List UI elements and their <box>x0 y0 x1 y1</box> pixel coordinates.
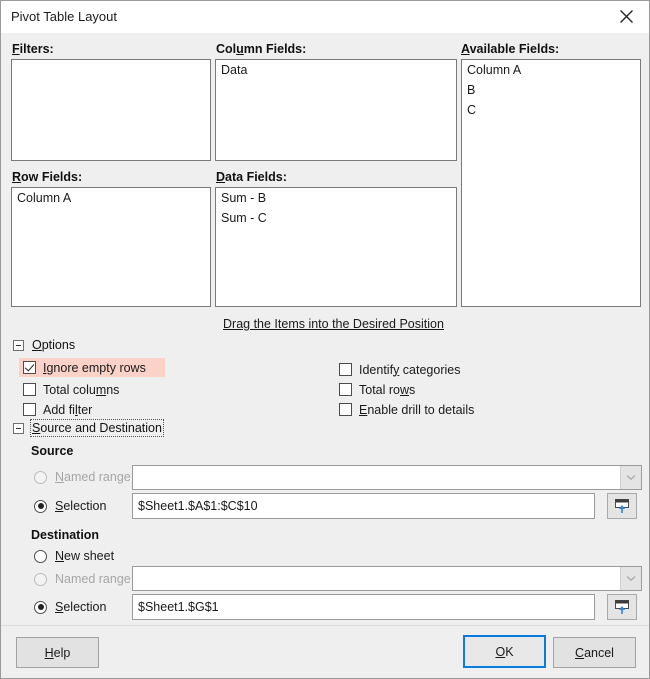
checkbox-box-icon <box>339 403 352 416</box>
filters-label: Filters: <box>12 42 54 56</box>
checkbox-box-icon <box>23 403 36 416</box>
checkbox-label: Total rows <box>359 382 416 397</box>
source-destination-section-label: Source and Destination <box>30 419 164 437</box>
destination-shrink-range-button[interactable] <box>607 594 637 620</box>
list-item[interactable]: Sum - C <box>216 208 456 228</box>
available-fields-label: Available Fields: <box>461 42 560 56</box>
destination-named-range-combo[interactable] <box>132 566 642 591</box>
radio-source-named-range[interactable]: Named range <box>34 468 131 486</box>
radio-dot-icon <box>34 470 47 484</box>
checkbox-box-icon <box>23 383 36 396</box>
checkbox-label: Add filter <box>43 402 93 417</box>
collapse-minus-icon <box>13 422 24 434</box>
close-icon[interactable] <box>604 1 649 32</box>
filters-listbox[interactable] <box>11 59 211 161</box>
data-fields-listbox[interactable]: Sum - B Sum - C <box>215 187 457 307</box>
column-fields-label: Column Fields: <box>216 42 307 56</box>
radio-label: Named range <box>55 572 131 586</box>
radio-dot-icon <box>34 499 47 513</box>
title-bar: Pivot Table Layout <box>1 1 649 33</box>
ok-button[interactable]: OK <box>463 635 546 668</box>
source-named-range-value <box>133 466 620 489</box>
chevron-down-icon[interactable] <box>620 567 641 590</box>
list-item[interactable]: Sum - B <box>216 188 456 208</box>
chevron-down-icon[interactable] <box>620 466 641 489</box>
checkbox-identify-categories[interactable]: Identify categories <box>335 360 466 379</box>
list-item[interactable]: Data <box>216 60 456 80</box>
checkbox-label: Total columns <box>43 382 120 397</box>
checkbox-add-filter[interactable]: Add filter <box>19 400 98 419</box>
source-destination-expander[interactable]: Source and Destination <box>13 419 164 437</box>
row-fields-label: Row Fields: <box>12 170 83 184</box>
row-fields-listbox[interactable]: Column A <box>11 187 211 307</box>
checkbox-enable-drill-to-details[interactable]: Enable drill to details <box>335 400 480 419</box>
available-fields-listbox[interactable]: Column ABC <box>461 59 641 307</box>
cancel-button[interactable]: Cancel <box>553 637 636 668</box>
radio-dot-icon <box>34 600 47 614</box>
pivot-table-layout-dialog: Pivot Table Layout Filters: Column Field… <box>0 0 650 679</box>
radio-destination-named-range[interactable]: Named range <box>34 570 131 588</box>
checkbox-total-rows[interactable]: Total rows <box>335 380 421 399</box>
list-item[interactable]: C <box>462 100 640 120</box>
checkbox-total-columns[interactable]: Total columns <box>19 380 125 399</box>
radio-label: Named range <box>55 470 131 484</box>
list-item[interactable]: Column A <box>12 188 210 208</box>
source-shrink-range-button[interactable] <box>607 493 637 519</box>
destination-heading: Destination <box>31 528 100 542</box>
shrink-range-icon <box>615 600 629 614</box>
shrink-range-icon <box>615 499 629 513</box>
source-heading: Source <box>31 444 74 458</box>
checkbox-label: Identify categories <box>359 362 461 377</box>
checkbox-ignore-empty-rows[interactable]: Ignore empty rows <box>19 358 165 377</box>
checkbox-box-icon <box>339 363 352 376</box>
radio-label: Selection <box>55 600 107 614</box>
radio-source-selection[interactable]: Selection <box>34 497 106 515</box>
collapse-minus-icon <box>13 339 24 351</box>
destination-selection-input[interactable]: $Sheet1.$G$1 <box>132 594 595 620</box>
help-button[interactable]: Help <box>16 637 99 668</box>
radio-label: Selection <box>55 499 107 513</box>
column-fields-listbox[interactable]: Data <box>215 59 457 161</box>
radio-dot-icon <box>34 549 47 563</box>
source-named-range-combo[interactable] <box>132 465 642 490</box>
radio-destination-new-sheet[interactable]: New sheet <box>34 547 114 565</box>
footer-divider <box>1 625 649 626</box>
options-expander[interactable]: Options <box>13 338 75 352</box>
source-selection-input[interactable]: $Sheet1.$A$1:$C$10 <box>132 493 595 519</box>
radio-label: New sheet <box>55 549 115 563</box>
checkbox-label: Ignore empty rows <box>43 360 146 375</box>
checkbox-label: Enable drill to details <box>359 402 475 417</box>
list-item[interactable]: Column A <box>462 60 640 80</box>
window-title: Pivot Table Layout <box>11 9 117 24</box>
radio-dot-icon <box>34 572 47 586</box>
checkbox-box-icon <box>23 361 36 374</box>
data-fields-label: Data Fields: <box>216 170 287 184</box>
drag-hint-text: Drag the Items into the Desired Position <box>223 317 444 331</box>
options-section-label: Options <box>32 338 76 352</box>
list-item[interactable]: B <box>462 80 640 100</box>
checkbox-box-icon <box>339 383 352 396</box>
destination-named-range-value <box>133 567 620 590</box>
radio-destination-selection[interactable]: Selection <box>34 598 106 616</box>
